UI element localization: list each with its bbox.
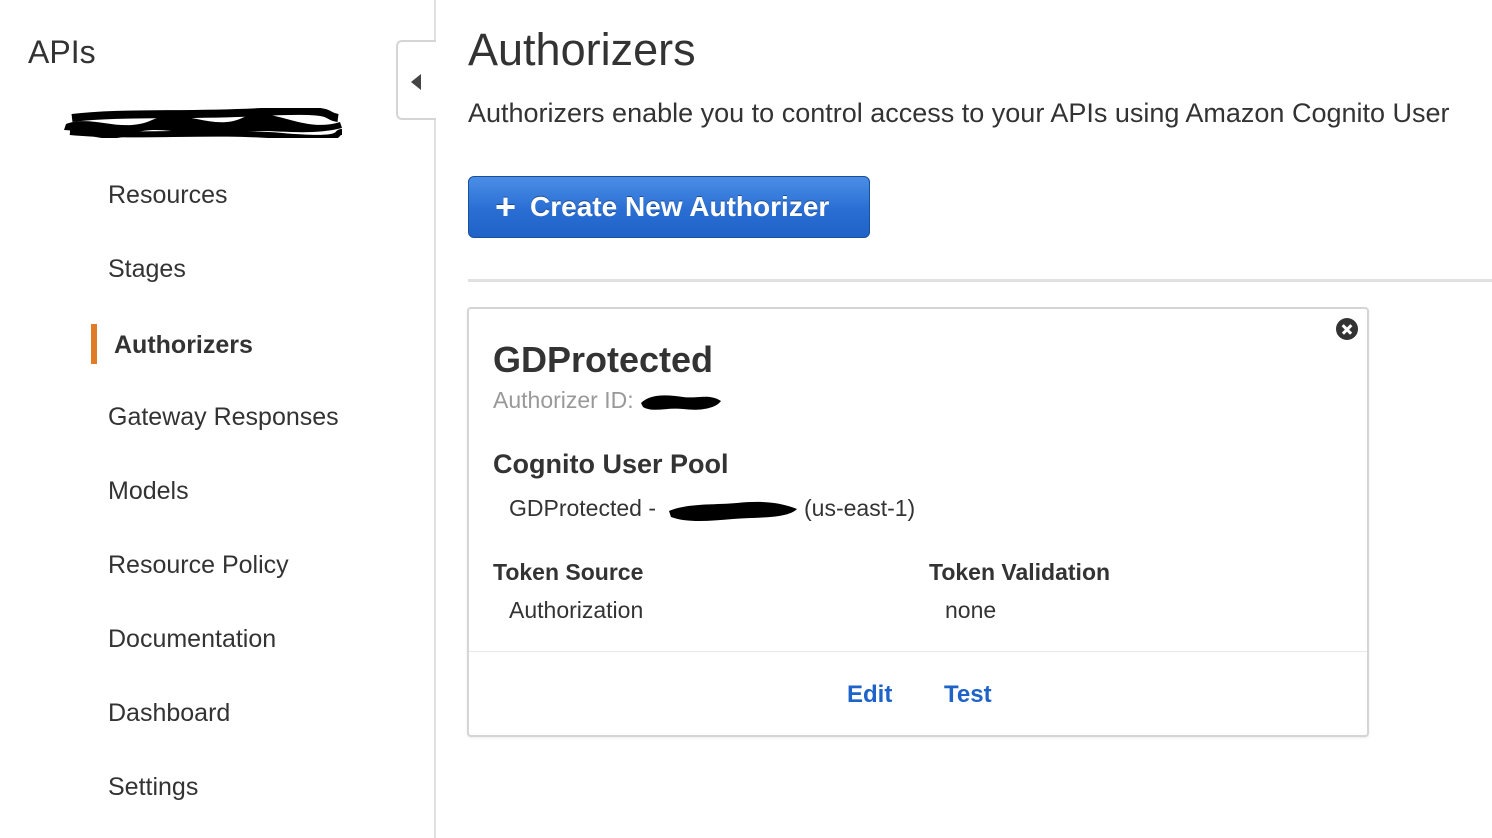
token-validation-value: none: [945, 597, 997, 623]
sidebar-collapse-button[interactable]: [396, 40, 436, 120]
pool-id-redacted: [669, 501, 797, 521]
authorizer-id-redacted: [641, 395, 721, 410]
sidebar-item-models[interactable]: Models: [108, 477, 189, 506]
cognito-pool-name: GDProtected -: [509, 495, 656, 521]
sidebar-item-resource-policy[interactable]: Resource Policy: [108, 551, 289, 580]
page-description: Authorizers enable you to control access…: [468, 98, 1450, 128]
close-icon[interactable]: [1336, 318, 1358, 340]
token-source-value: Authorization: [509, 597, 644, 623]
sidebar: APIs Resources Stages Authorizers Gatewa…: [0, 0, 436, 838]
sidebar-item-gateway-responses[interactable]: Gateway Responses: [108, 403, 339, 432]
card-footer-divider: [469, 651, 1367, 652]
authorizer-id-label: Authorizer ID:: [493, 387, 634, 413]
sidebar-item-settings[interactable]: Settings: [108, 773, 198, 802]
sidebar-item-documentation[interactable]: Documentation: [108, 625, 276, 654]
divider: [468, 279, 1492, 282]
sidebar-item-resources[interactable]: Resources: [108, 181, 228, 210]
authorizer-card: GDProtected Authorizer ID: Cognito User …: [467, 307, 1369, 737]
plus-icon: +: [495, 186, 517, 227]
create-authorizer-label: Create New Authorizer: [530, 191, 830, 222]
sidebar-item-dashboard[interactable]: Dashboard: [108, 699, 230, 728]
page-title: Authorizers: [468, 24, 696, 75]
edit-link[interactable]: Edit: [847, 681, 892, 709]
sidebar-title: APIs: [28, 34, 96, 70]
token-validation-label: Token Validation: [929, 559, 1111, 585]
cognito-pool-heading: Cognito User Pool: [493, 449, 729, 479]
cognito-pool-region: (us-east-1): [804, 495, 916, 521]
token-source-label: Token Source: [493, 559, 644, 585]
sidebar-item-stages[interactable]: Stages: [108, 255, 186, 284]
authorizer-name: GDProtected: [493, 339, 714, 380]
api-name-redacted: [64, 108, 343, 138]
sidebar-item-authorizers[interactable]: Authorizers: [114, 331, 253, 360]
caret-left-icon: [411, 74, 421, 90]
active-indicator: [91, 324, 97, 364]
test-link[interactable]: Test: [944, 681, 992, 709]
create-authorizer-button[interactable]: + Create New Authorizer: [468, 176, 870, 238]
